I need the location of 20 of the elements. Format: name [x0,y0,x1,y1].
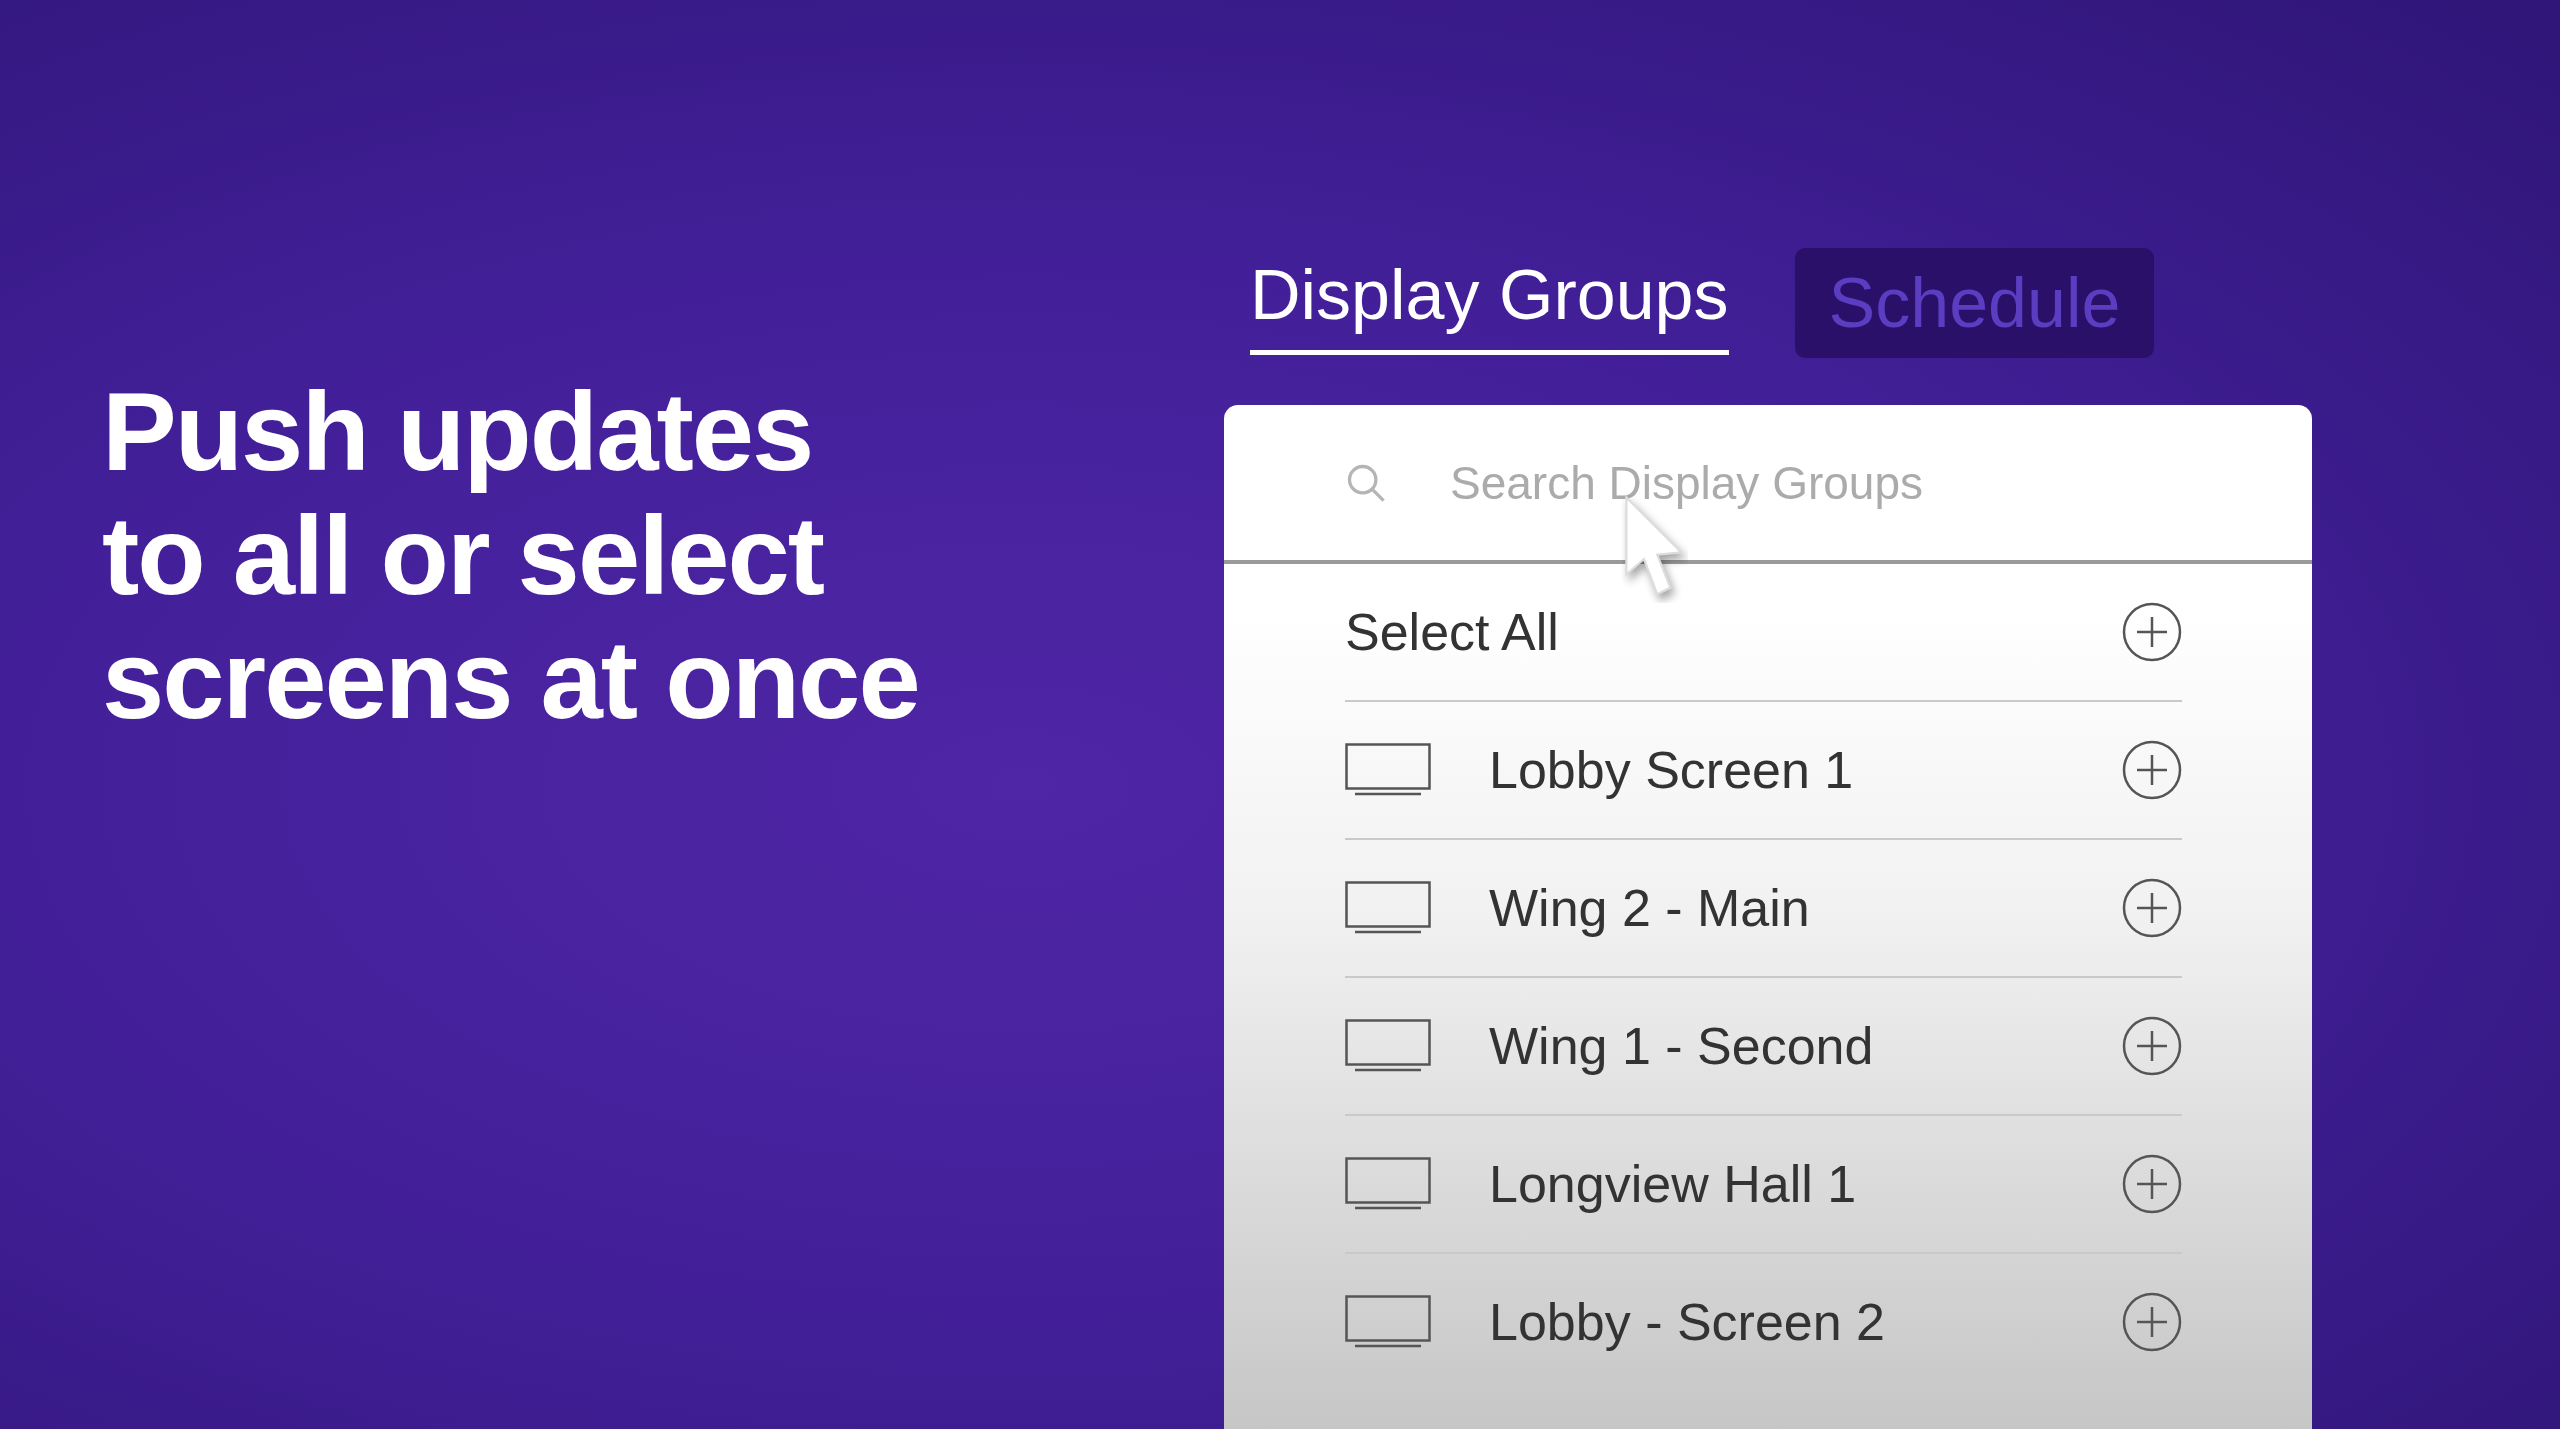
add-icon[interactable] [2122,740,2182,800]
search-field[interactable]: Search Display Groups [1448,454,2152,511]
display-group-name[interactable]: Lobby - Screen 2 [1489,1292,2122,1352]
add-icon[interactable] [2122,602,2182,662]
monitor-icon [1345,743,1431,797]
tab[interactable]: Display Groups [1250,251,1729,355]
display-group-name[interactable]: Wing 1 - Second [1489,1016,2122,1076]
display-group-name[interactable]: Wing 2 - Main [1489,878,2122,938]
monitor-icon [1345,881,1431,935]
monitor-icon [1345,1295,1431,1349]
display-group-name[interactable]: Lobby Screen 1 [1489,740,2122,800]
monitor-icon [1345,1157,1431,1211]
add-icon[interactable] [2122,1016,2182,1076]
add-icon[interactable] [2122,878,2182,938]
display-group-name[interactable]: Longview Hall 1 [1489,1154,2122,1214]
headline: Push updates to all or select screens at once [102,370,920,742]
add-icon[interactable] [2122,1292,2182,1352]
select-all-label[interactable]: Select All [1345,602,2122,662]
monitor-icon [1345,1019,1431,1073]
add-icon[interactable] [2122,1154,2182,1214]
